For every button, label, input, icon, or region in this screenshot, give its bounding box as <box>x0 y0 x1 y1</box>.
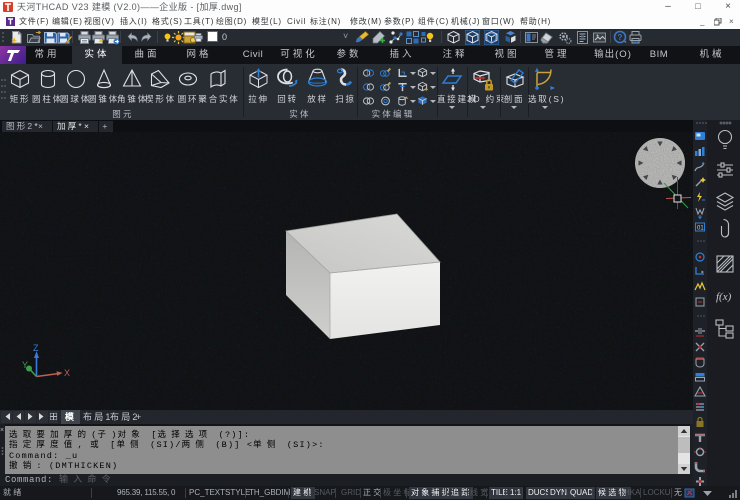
svg-text:X: X <box>64 368 70 378</box>
svg-text:01: 01 <box>697 226 704 232</box>
svg-text:Y: Y <box>22 360 28 370</box>
svg-text:Z: Z <box>33 343 39 353</box>
svg-text:×: × <box>0 427 4 434</box>
svg-text:f(x): f(x) <box>716 291 732 303</box>
